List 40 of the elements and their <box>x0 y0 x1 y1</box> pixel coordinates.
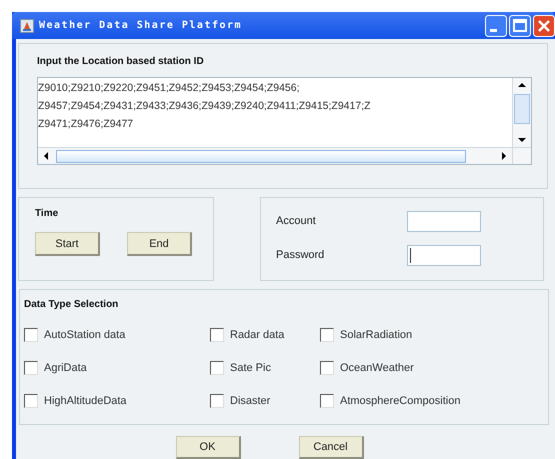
option-label: Disaster <box>230 395 270 407</box>
horizontal-scrollbar[interactable] <box>38 147 531 164</box>
scroll-thumb[interactable] <box>514 94 530 124</box>
data-type-title: Data Type Selection <box>24 299 120 310</box>
checkbox[interactable] <box>210 394 224 408</box>
station-label: Input the Location based station ID <box>37 56 205 67</box>
text-area[interactable]: Z9010;Z9210;Z9220;Z9451;Z9452;Z9453;Z9454;Z9456; Z9457;Z9454;Z9431;Z9433;Z9436;Z9439;Z9240;Z9411;Z9415;Z9417;Z Z9471;Z9476;Z9477 <box>37 77 532 165</box>
option-label: AtmosphereComposition <box>340 395 460 407</box>
option-label: HighAltitudeData <box>44 395 127 407</box>
app-icon <box>20 18 34 32</box>
time-button[interactable]: End <box>127 232 192 256</box>
checkbox[interactable] <box>24 328 38 342</box>
dialog-button[interactable]: Cancel <box>298 436 364 459</box>
window-title: Weather Data Share Platform <box>39 20 244 31</box>
option-label: Sate Pic <box>230 362 271 374</box>
option-label: SolarRadiation <box>340 329 412 341</box>
maximize-icon[interactable] <box>509 14 531 36</box>
checkbox[interactable] <box>320 361 334 375</box>
checkbox[interactable] <box>320 394 334 408</box>
dialog-button[interactable]: OK <box>176 436 240 459</box>
checkbox[interactable] <box>210 361 224 375</box>
vertical-scrollbar[interactable] <box>512 78 531 147</box>
time-title: Time <box>35 208 60 219</box>
input-field[interactable] <box>407 210 481 232</box>
field-label: Account <box>276 215 317 227</box>
option-label: OceanWeather <box>340 362 414 374</box>
station-id-text[interactable]: Z9010;Z9210;Z9220;Z9451;Z9452;Z9453;Z9454;Z9456; Z9457;Z9454;Z9431;Z9433;Z9436;Z9439;Z9240;Z9411;Z9415;Z9417;Z Z9471;Z9476;Z9477 <box>38 78 512 147</box>
option-label: Radar data <box>230 329 284 341</box>
input-field[interactable] <box>407 244 481 266</box>
close-icon[interactable] <box>533 14 555 36</box>
time-button[interactable]: Start <box>35 232 100 256</box>
minimize-icon[interactable] <box>485 14 507 36</box>
checkbox[interactable] <box>24 361 38 375</box>
scroll-thumb[interactable] <box>56 150 466 162</box>
checkbox[interactable] <box>210 328 224 342</box>
checkbox[interactable] <box>24 394 38 408</box>
option-label: AgriData <box>44 362 87 374</box>
option-label: AutoStation data <box>44 329 126 341</box>
field-label: Password <box>276 249 326 261</box>
checkbox[interactable] <box>320 328 334 342</box>
